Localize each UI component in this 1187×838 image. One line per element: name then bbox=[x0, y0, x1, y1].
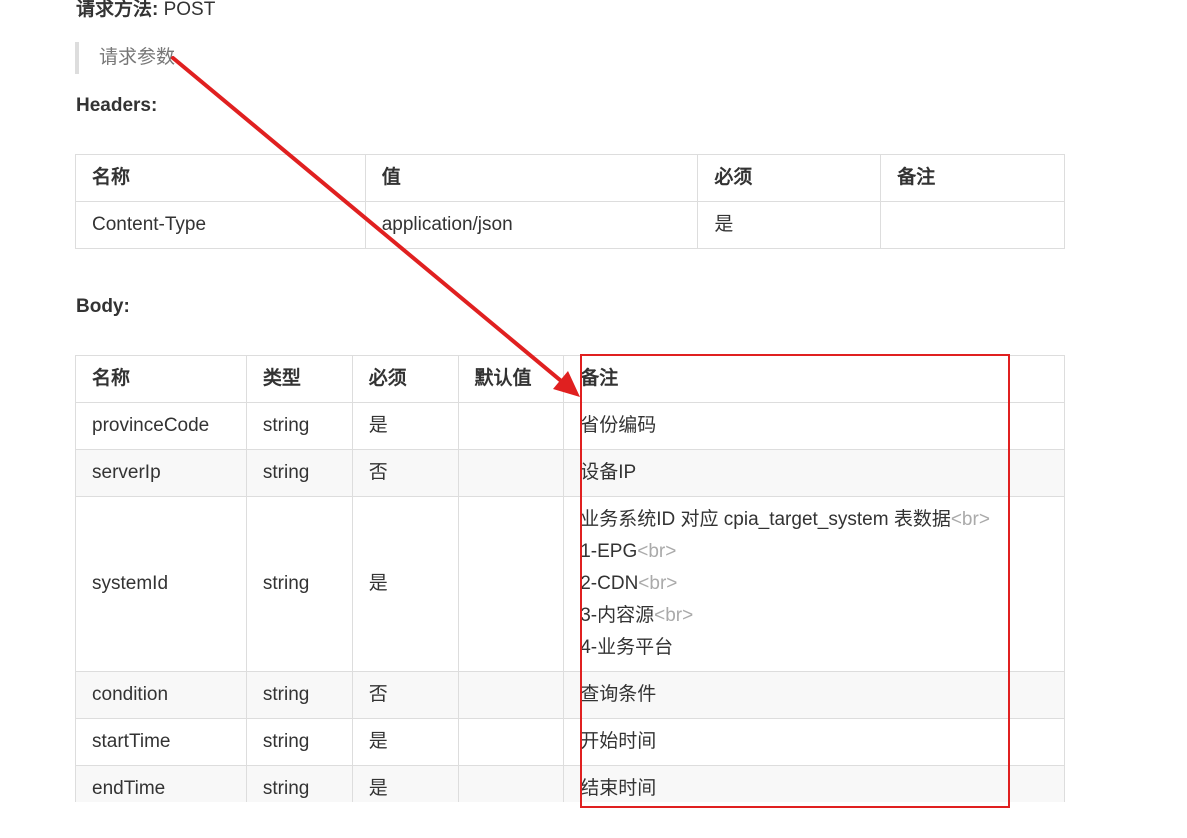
param-name-cell: condition bbox=[75, 671, 247, 719]
param-remark-cell: 设备IP bbox=[563, 449, 1065, 497]
param-remark-cell: 开始时间 bbox=[563, 718, 1065, 766]
param-default-cell bbox=[457, 496, 565, 672]
body-table-header-row: 名称 类型 必须 默认值 备注 bbox=[75, 355, 1065, 403]
header-name-cell: Content-Type bbox=[75, 201, 366, 249]
table-row: Content-Type application/json 是 bbox=[75, 201, 1065, 249]
param-type-cell: string bbox=[245, 449, 353, 497]
body-col-type: 类型 bbox=[245, 355, 353, 403]
param-required-cell: 是 bbox=[351, 496, 459, 672]
param-name-cell: startTime bbox=[75, 718, 247, 766]
request-params-quote: 请求参数 bbox=[75, 42, 175, 74]
body-col-name: 名称 bbox=[75, 355, 247, 403]
remark-line-text: 3-内容源 bbox=[580, 605, 655, 626]
table-row: serverIp string 否 设备IP bbox=[75, 449, 1065, 497]
header-value-cell: application/json bbox=[364, 201, 699, 249]
remark-line-text: 2-CDN bbox=[580, 573, 639, 594]
param-type-cell: string bbox=[245, 718, 353, 766]
param-required-cell: 是 bbox=[351, 718, 459, 766]
body-col-default: 默认值 bbox=[457, 355, 565, 403]
param-remark-cell: 业务系统ID 对应 cpia_target_system 表数据<br> 1-EP… bbox=[563, 496, 1065, 672]
param-name-cell: provinceCode bbox=[75, 402, 247, 450]
table-row: startTime string 是 开始时间 bbox=[75, 718, 1065, 766]
param-type-cell: string bbox=[245, 496, 353, 672]
param-default-cell bbox=[457, 671, 565, 719]
param-required-cell: 否 bbox=[351, 449, 459, 497]
table-row: condition string 否 查询条件 bbox=[75, 671, 1065, 719]
headers-table-header-row: 名称 值 必须 备注 bbox=[75, 154, 1065, 202]
headers-table: 名称 值 必须 备注 Content-Type application/json… bbox=[75, 154, 1065, 249]
param-default-cell bbox=[457, 718, 565, 766]
param-default-cell bbox=[457, 449, 565, 497]
param-required-cell: 是 bbox=[351, 402, 459, 450]
param-required-cell: 否 bbox=[351, 671, 459, 719]
body-table: 名称 类型 必须 默认值 备注 provinceCode string 是省份编码 s… bbox=[75, 355, 1065, 813]
headers-col-value: 值 bbox=[364, 154, 699, 202]
request-method: 请求方法: POST bbox=[76, 0, 215, 24]
table-row: systemId string 是业务系统ID 对应 cpia_target_sys… bbox=[75, 496, 1065, 672]
param-default-cell bbox=[457, 402, 565, 450]
br-tag-text: <br> bbox=[654, 605, 694, 626]
param-remark-cell: 查询条件 bbox=[563, 671, 1065, 719]
param-name-cell: serverIp bbox=[75, 449, 247, 497]
remark-line-text: 1-EPG bbox=[580, 541, 638, 562]
headers-col-required: 必须 bbox=[697, 154, 882, 202]
param-type-cell: string bbox=[245, 402, 353, 450]
remark-line: 2-CDN<br> bbox=[580, 568, 1048, 600]
headers-col-remark: 备注 bbox=[880, 154, 1065, 202]
headers-col-name: 名称 bbox=[75, 154, 366, 202]
param-remark-cell: 省份编码 bbox=[563, 402, 1065, 450]
header-remark-cell bbox=[880, 201, 1065, 249]
remark-line: 3-内容源<br> bbox=[580, 600, 1048, 632]
br-tag-text: <br> bbox=[638, 573, 678, 594]
page-bottom-cutoff bbox=[0, 802, 1187, 838]
request-method-label: 请求方法: bbox=[76, 0, 159, 20]
remark-line: 1-EPG<br> bbox=[580, 536, 1048, 568]
param-type-cell: string bbox=[245, 671, 353, 719]
remark-line: 业务系统ID 对应 cpia_target_system 表数据<br> bbox=[580, 504, 1048, 536]
body-col-required: 必须 bbox=[351, 355, 459, 403]
br-tag-text: <br> bbox=[637, 541, 677, 562]
header-required-cell: 是 bbox=[697, 201, 882, 249]
body-col-remark: 备注 bbox=[563, 355, 1065, 403]
br-tag-text: <br> bbox=[950, 509, 990, 530]
headers-title: Headers: bbox=[76, 95, 158, 116]
request-method-value: POST bbox=[163, 0, 216, 20]
body-title: Body: bbox=[76, 296, 130, 317]
table-row: provinceCode string 是 省份编码 bbox=[75, 402, 1065, 450]
body-table-rows: provinceCode string 是省份编码 serverIp string 否设备… bbox=[75, 402, 1065, 813]
remark-line-text: 4-业务平台 bbox=[580, 637, 674, 658]
remark-line-text: 业务系统ID 对应 cpia_target_system 表数据 bbox=[580, 509, 951, 530]
remark-line: 4-业务平台 bbox=[580, 632, 1048, 664]
param-name-cell: systemId bbox=[75, 496, 247, 672]
